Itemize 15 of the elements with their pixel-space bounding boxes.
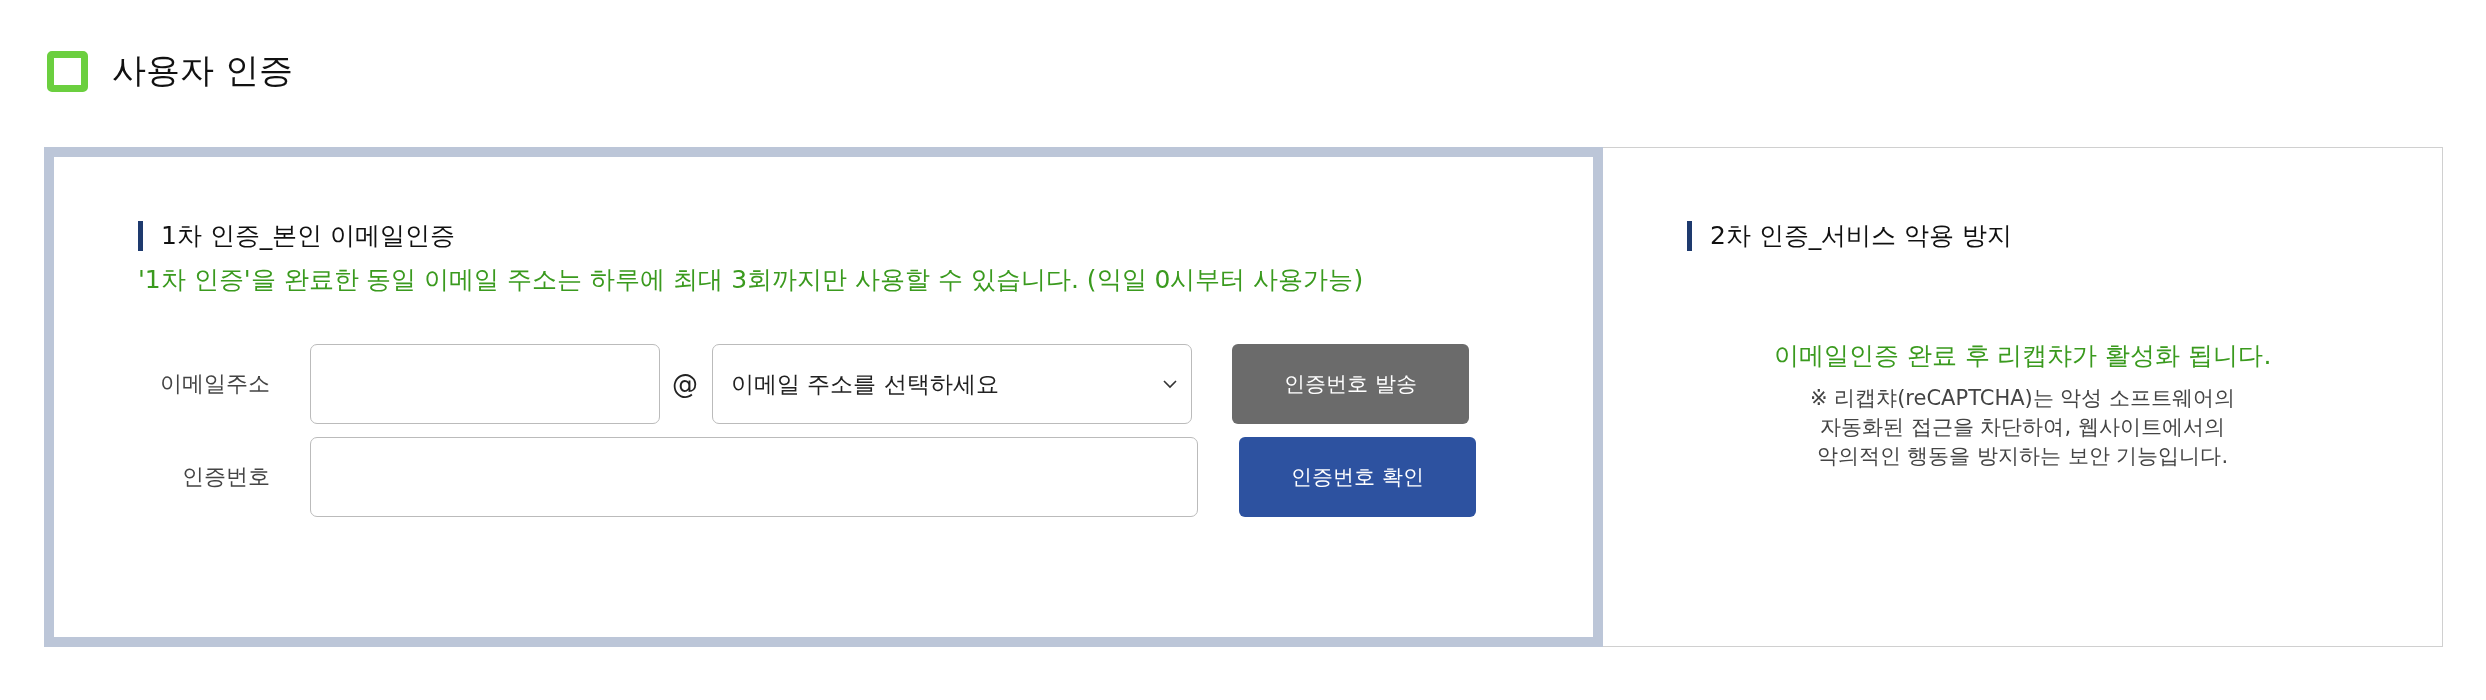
field-label: 인증번호 — [181, 463, 270, 491]
field-label: 이메일주소 — [159, 370, 270, 398]
chevron-down-icon — [1163, 379, 1177, 389]
notice-text: '1차 인증'을 완료한 동일 이메일 주소는 하루에 최대 3회까지만 사용할 수 있습니다. (익일 0시부터 사용가능) — [138, 264, 1365, 296]
description-text: ※ 리캡챠(reCAPTCHA)는 악성 소프트웨어의 자동화된 접근을 차단하여, 웹사이트에서의 악의적인 행동을 방지하는 보안 기능입니다. — [1808, 385, 2237, 470]
section-heading: 2차 인증_서비스 악용 방지 — [1687, 221, 2442, 251]
confirm-code-button[interactable]: 인증번호 확인 — [1239, 437, 1476, 517]
code-input[interactable] — [310, 437, 1198, 517]
notice-text: 이메일인증 완료 후 리캡챠가 활성화 됩니다. — [1772, 340, 2273, 372]
checkbox-square-icon — [47, 50, 88, 92]
section-heading: 1차 인증_본인 이메일인증 — [138, 221, 1593, 251]
at-sign: @ — [672, 369, 698, 399]
email-input[interactable] — [310, 344, 660, 424]
domain-select[interactable]: 이메일 주소를 선택하세요 — [712, 344, 1192, 424]
page-title: 사용자 인증 — [112, 49, 293, 92]
